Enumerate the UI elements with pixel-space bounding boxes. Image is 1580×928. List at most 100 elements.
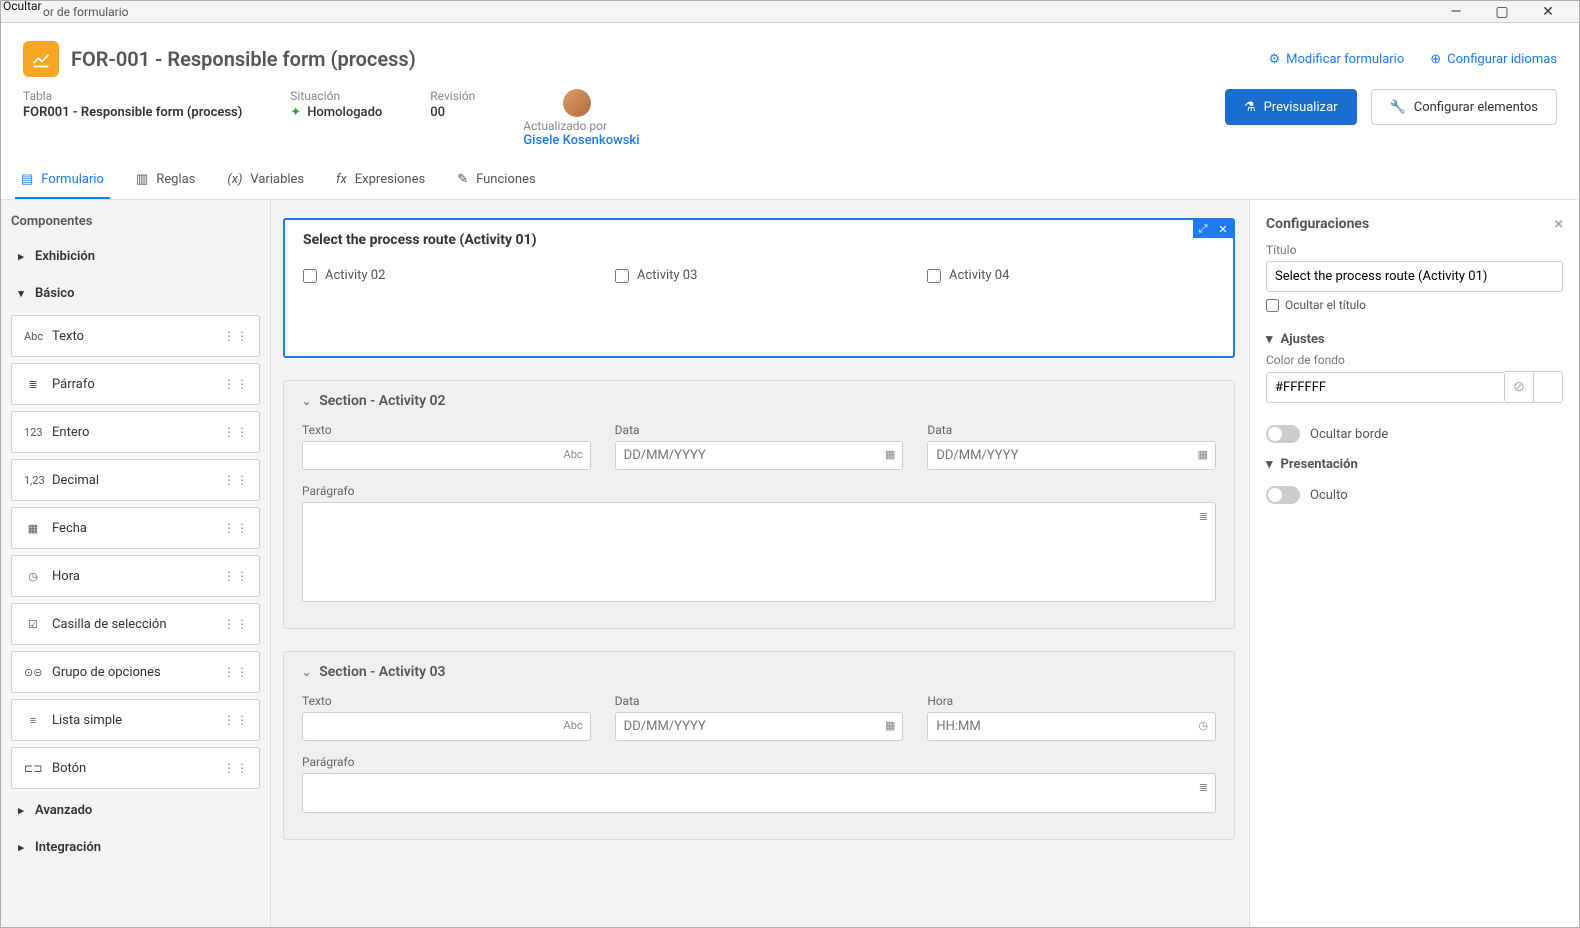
drag-handle-icon[interactable] <box>223 617 249 631</box>
paragraph3-field[interactable]: ≣ <box>302 773 1216 817</box>
component-item-entero[interactable]: 123Entero <box>11 411 260 453</box>
form-canvas[interactable]: ⤢ ✕ Select the process route (Activity 0… <box>271 200 1249 927</box>
texto3-field[interactable]: Abc <box>302 712 591 741</box>
section-expand-icon[interactable]: ⤢ <box>1193 220 1213 238</box>
tab-form[interactable]: ▤ Formulario <box>15 162 110 199</box>
date3-field[interactable]: ▦ <box>615 712 904 741</box>
configure-elements-button[interactable]: 🔧 Configurar elementos <box>1371 89 1557 125</box>
prop-bgcolor-input[interactable] <box>1266 372 1505 403</box>
main-body: Componentes ▸ Exhibición ▾ Básico AbcTex… <box>1 200 1579 927</box>
component-item-lista-simple[interactable]: ≡Lista simple <box>11 699 260 741</box>
component-item-párrafo[interactable]: ≣Párrafo <box>11 363 260 405</box>
time-field[interactable]: ◷ <box>927 712 1216 741</box>
drag-handle-icon[interactable] <box>223 425 249 439</box>
group-exhibition-header[interactable]: ▸ Exhibición <box>11 241 260 272</box>
calendar-icon[interactable]: ▦ <box>885 719 895 732</box>
prop-bgcolor-clear-icon[interactable]: ⊘ <box>1505 371 1533 403</box>
group-basic-header[interactable]: ▾ Básico <box>11 278 260 309</box>
prop-titulo-input[interactable] <box>1266 261 1563 292</box>
paragraph-field[interactable]: ≣ <box>302 502 1216 606</box>
section-activity-02[interactable]: ⌄ Section - Activity 02 Texto Abc <box>283 380 1235 629</box>
prop-hide-border[interactable]: Ocultar borde <box>1266 417 1563 451</box>
window-controls: — ▢ ✕ <box>1433 1 1571 23</box>
ocultar-label: Ocultar <box>3 0 42 13</box>
drag-handle-icon[interactable] <box>223 329 249 343</box>
prop-presentation-header[interactable]: ▾ Presentación <box>1266 451 1563 478</box>
group-integration-header[interactable]: ▸ Integración <box>11 832 260 863</box>
group-advanced-header[interactable]: ▸ Avanzado <box>11 795 260 826</box>
checkbox-activity-04[interactable]: Activity 04 <box>927 268 1215 283</box>
meta-updated-user-link[interactable]: Gisele Kosenkowski <box>523 133 639 148</box>
prop-bgcolor-swatch[interactable] <box>1533 371 1563 403</box>
component-item-texto[interactable]: AbcTexto <box>11 315 260 357</box>
drag-handle-icon[interactable] <box>223 521 249 535</box>
component-item-hora[interactable]: ◷Hora <box>11 555 260 597</box>
section-activity-03[interactable]: ⌄ Section - Activity 03 Texto Abc <box>283 651 1235 840</box>
properties-close-icon[interactable]: × <box>1555 214 1564 233</box>
paragraph3-textarea[interactable] <box>302 773 1216 813</box>
texto3-input[interactable] <box>302 712 591 741</box>
prop-ajustes-header[interactable]: ▾ Ajustes <box>1266 326 1563 353</box>
tab-expressions-label: Expresiones <box>355 172 425 187</box>
prop-hide-title[interactable]: Ocultar el título <box>1266 298 1563 312</box>
component-item-decimal[interactable]: 1,23Decimal <box>11 459 260 501</box>
preview-button-label: Previsualizar <box>1264 100 1338 115</box>
checkbox-activity-03[interactable]: Activity 03 <box>615 268 903 283</box>
component-type-icon: ☑ <box>24 618 42 631</box>
time-input[interactable] <box>927 712 1216 741</box>
section-activity-01[interactable]: ⤢ ✕ Select the process route (Activity 0… <box>283 218 1235 358</box>
date-field-2[interactable]: ▦ <box>927 441 1216 470</box>
window-minimize-button[interactable]: — <box>1433 1 1479 23</box>
group-exhibition-label: Exhibición <box>35 249 95 264</box>
calendar-icon[interactable]: ▦ <box>1198 448 1208 461</box>
tab-functions[interactable]: ✎ Funciones <box>451 162 541 199</box>
toggle-oculto[interactable] <box>1266 486 1300 504</box>
meta-updated-by: Actualizado por Gisele Kosenkowski <box>523 89 639 148</box>
texto-input[interactable] <box>302 441 591 470</box>
window-close-button[interactable]: ✕ <box>1525 1 1571 23</box>
field-texto3-label: Texto <box>302 694 591 708</box>
section-3-title: Section - Activity 03 <box>319 664 445 680</box>
calendar-icon[interactable]: ▦ <box>885 448 895 461</box>
form-title: FOR-001 - Responsible form (process) <box>71 47 416 71</box>
section-1-body: Activity 02 Activity 03 Activity 04 <box>285 256 1233 293</box>
date3-input[interactable] <box>615 712 904 741</box>
drag-handle-icon[interactable] <box>223 761 249 775</box>
date-input-1[interactable] <box>615 441 904 470</box>
paragraph-textarea[interactable] <box>302 502 1216 602</box>
component-item-fecha[interactable]: ▦Fecha <box>11 507 260 549</box>
modify-form-link[interactable]: ⚙ Modificar formulario <box>1269 52 1405 67</box>
date-field-1[interactable]: ▦ <box>615 441 904 470</box>
drag-handle-icon[interactable] <box>223 377 249 391</box>
component-type-icon: Abc <box>24 330 42 343</box>
meta-revision: Revisión 00 <box>430 89 475 120</box>
component-item-botón[interactable]: ⊏⊐Botón <box>11 747 260 789</box>
prop-oculto[interactable]: Oculto <box>1266 478 1563 512</box>
checkbox-activity-02[interactable]: Activity 02 <box>303 268 591 283</box>
meta-revision-label: Revisión <box>430 89 475 103</box>
tab-expressions[interactable]: fx Expresiones <box>330 162 431 199</box>
tab-form-label: Formulario <box>41 172 104 187</box>
drag-handle-icon[interactable] <box>223 665 249 679</box>
date-input-2[interactable] <box>927 441 1216 470</box>
configure-languages-link[interactable]: ⊕ Configurar idiomas <box>1430 52 1557 67</box>
toggle-hide-border[interactable] <box>1266 425 1300 443</box>
texto-field[interactable]: Abc <box>302 441 591 470</box>
tab-rules[interactable]: ▥ Reglas <box>130 162 201 199</box>
window-maximize-button[interactable]: ▢ <box>1479 1 1525 23</box>
checkbox-input-activity-03[interactable] <box>615 269 629 283</box>
drag-handle-icon[interactable] <box>223 569 249 583</box>
globe-icon: ⊕ <box>1430 52 1441 67</box>
drag-handle-icon[interactable] <box>223 713 249 727</box>
tab-variables[interactable]: (x) Variables <box>221 162 310 199</box>
checkbox-input-activity-02[interactable] <box>303 269 317 283</box>
preview-button[interactable]: ⚗ Previsualizar <box>1225 89 1357 125</box>
component-item-casilla-de-selección[interactable]: ☑Casilla de selección <box>11 603 260 645</box>
checkbox-input-activity-04[interactable] <box>927 269 941 283</box>
section-remove-icon[interactable]: ✕ <box>1213 220 1233 238</box>
component-item-grupo-de-opciones[interactable]: ⊙⊝Grupo de opciones <box>11 651 260 693</box>
sidebar-title: Componentes <box>11 214 260 229</box>
drag-handle-icon[interactable] <box>223 473 249 487</box>
prop-hide-title-checkbox[interactable] <box>1266 299 1279 312</box>
clock-icon[interactable]: ◷ <box>1198 719 1208 732</box>
